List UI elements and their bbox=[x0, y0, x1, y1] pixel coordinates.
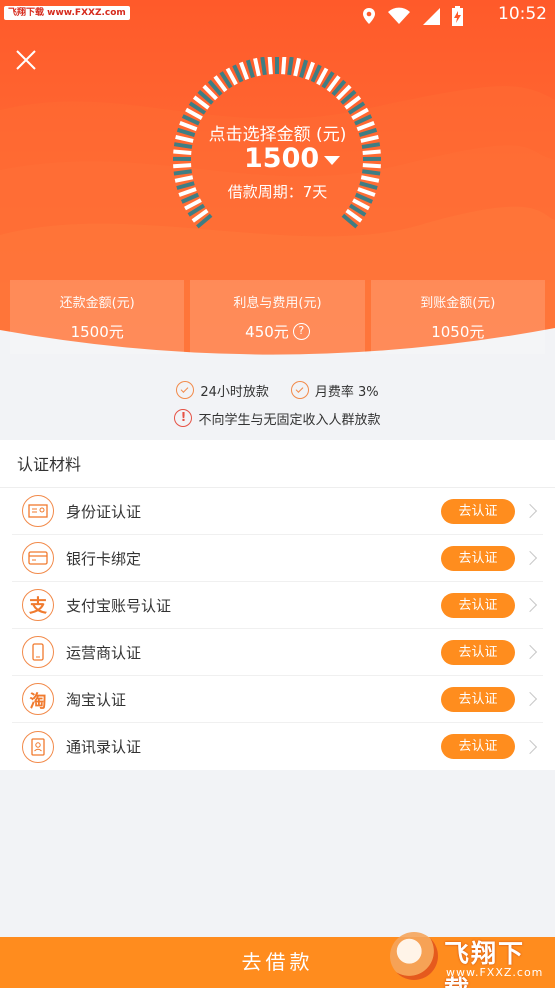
chevron-down-icon[interactable] bbox=[324, 156, 340, 165]
repay-amount-value: 1500元 bbox=[70, 323, 124, 341]
auth-item-carrier[interactable]: 运营商认证 去认证 bbox=[12, 629, 543, 676]
auth-section-title: 认证材料 bbox=[0, 440, 555, 488]
alipay-icon: 支 bbox=[22, 589, 54, 621]
chevron-right-icon bbox=[522, 644, 538, 660]
received-amount-box: 到账金额(元) 1050元 bbox=[370, 280, 545, 354]
chevron-right-icon bbox=[522, 550, 538, 566]
auth-item-label: 通讯录认证 bbox=[66, 738, 142, 756]
gauge-title[interactable]: 点击选择金额 (元) bbox=[0, 120, 555, 145]
id-card-icon bbox=[22, 495, 54, 527]
gauge-tick bbox=[253, 57, 261, 77]
phone-icon bbox=[22, 636, 54, 668]
wifi-icon bbox=[388, 7, 410, 24]
auth-item-label: 运营商认证 bbox=[66, 643, 142, 662]
feature-rate: 月费率 3% bbox=[314, 384, 379, 400]
bottom-watermark: 飞翔下载 www.FXXZ.com bbox=[390, 932, 550, 988]
summary-boxes: 还款金额(元) 1500元 利息与费用(元) 450元 ? 到账金额(元) 10… bbox=[10, 280, 545, 354]
gauge-tick bbox=[362, 149, 381, 155]
verify-button[interactable]: 去认证 bbox=[441, 734, 515, 759]
auth-item-id-card[interactable]: 身份证认证 去认证 bbox=[12, 488, 543, 535]
gauge-tick bbox=[362, 163, 381, 169]
signal-icon bbox=[423, 8, 440, 25]
auth-item-label: 淘宝认证 bbox=[66, 690, 127, 709]
received-amount-label: 到账金额(元) bbox=[420, 296, 496, 311]
chevron-right-icon bbox=[522, 691, 538, 707]
verify-button[interactable]: 去认证 bbox=[441, 592, 515, 618]
gauge-tick bbox=[287, 57, 294, 76]
contacts-icon bbox=[22, 730, 54, 763]
interest-fee-box: 利息与费用(元) 450元 ? bbox=[190, 280, 365, 354]
top-watermark: 飞翔下载 www.FXXZ.com bbox=[4, 6, 130, 20]
gauge-tick bbox=[267, 57, 273, 75]
received-amount-value: 1050元 bbox=[431, 323, 485, 341]
gauge-tick bbox=[173, 163, 192, 169]
bank-card-icon bbox=[22, 542, 54, 574]
verify-button[interactable]: 去认证 bbox=[441, 639, 515, 665]
gauge-tick bbox=[299, 59, 309, 78]
gauge-tick bbox=[173, 169, 192, 176]
auth-item-label: 支付宝账号认证 bbox=[66, 596, 172, 615]
auth-item-taobao[interactable]: 淘 淘宝认证 去认证 bbox=[12, 676, 543, 723]
feature-24h: 24小时放款 bbox=[200, 384, 269, 400]
interest-fee-value: 450元 bbox=[245, 323, 289, 341]
chevron-right-icon bbox=[522, 739, 538, 754]
loan-period: 借款周期：7天 bbox=[227, 183, 328, 201]
help-icon[interactable]: ? bbox=[292, 323, 310, 340]
warning-text: 不向学生与无固定收入人群放款 bbox=[198, 412, 381, 428]
battery-charging-icon bbox=[452, 6, 463, 26]
auth-item-contacts[interactable]: 通讯录认证 去认证 bbox=[12, 723, 543, 770]
auth-item-label: 身份证认证 bbox=[66, 502, 142, 521]
status-time: 10:52 bbox=[498, 4, 547, 24]
interest-fee-label: 利息与费用(元) bbox=[233, 296, 322, 311]
repay-amount-box: 还款金额(元) 1500元 bbox=[10, 280, 185, 354]
check-circle-icon bbox=[290, 381, 309, 399]
loan-amount[interactable]: 1500 bbox=[244, 143, 319, 174]
chevron-right-icon bbox=[522, 503, 538, 519]
location-icon bbox=[363, 8, 375, 24]
verify-button[interactable]: 去认证 bbox=[441, 686, 515, 712]
auth-section: 认证材料 身份证认证 去认证 银行卡绑定 去认证 支 支付宝账号认证 去认证 运… bbox=[0, 440, 555, 770]
gauge-tick bbox=[239, 61, 250, 81]
watermark-logo-icon bbox=[390, 932, 438, 980]
chevron-right-icon bbox=[522, 597, 538, 613]
verify-button[interactable]: 去认证 bbox=[441, 545, 515, 571]
verify-button[interactable]: 去认证 bbox=[441, 498, 515, 524]
auth-item-label: 银行卡绑定 bbox=[66, 549, 142, 568]
notice-area: 24小时放款 月费率 3% ! 不向学生与无固定收入人群放款 bbox=[0, 378, 555, 430]
auth-item-alipay[interactable]: 支 支付宝账号认证 去认证 bbox=[12, 582, 543, 629]
watermark-text: 飞翔下载 bbox=[444, 939, 526, 988]
gauge-tick bbox=[281, 57, 287, 75]
gauge-tick bbox=[304, 61, 315, 81]
gauge-tick bbox=[245, 59, 255, 78]
status-bar: 飞翔下载 www.FXXZ.com 10:52 bbox=[0, 0, 555, 30]
gauge-tick bbox=[173, 149, 192, 155]
gauge-tick bbox=[293, 57, 301, 77]
close-icon[interactable] bbox=[14, 48, 38, 72]
gauge-tick bbox=[260, 57, 267, 76]
gauge-tick bbox=[362, 169, 381, 176]
repay-amount-label: 还款金额(元) bbox=[59, 296, 135, 311]
warning-icon: ! bbox=[174, 409, 193, 427]
taobao-icon: 淘 bbox=[22, 683, 54, 715]
watermark-url: www.FXXZ.com bbox=[446, 966, 544, 979]
auth-item-bank-card[interactable]: 银行卡绑定 去认证 bbox=[12, 535, 543, 582]
check-circle-icon bbox=[176, 381, 195, 399]
